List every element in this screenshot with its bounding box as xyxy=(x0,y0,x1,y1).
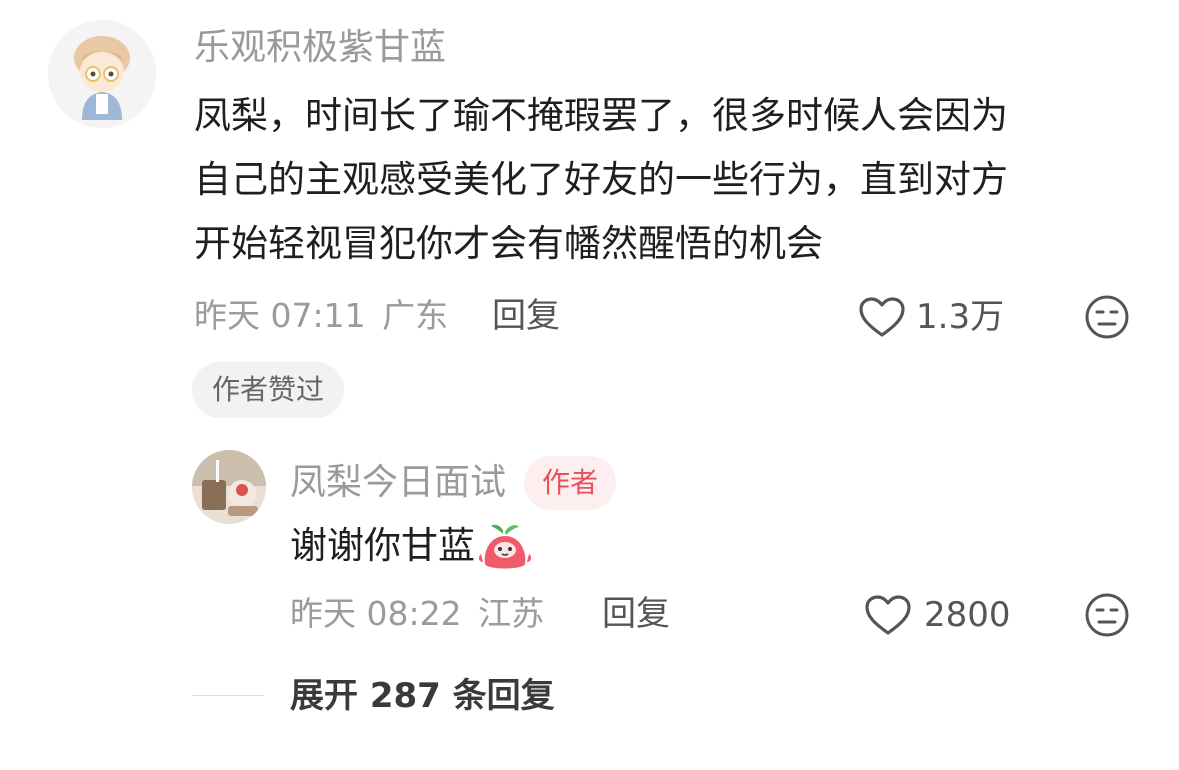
expand-divider xyxy=(192,695,264,696)
author-liked-tag: 作者赞过 xyxy=(192,362,345,418)
reply-text: 谢谢你甘蓝 xyxy=(290,524,475,567)
expand-replies-button[interactable]: 展开 287 条回复 xyxy=(290,676,555,716)
reply-location: 江苏 xyxy=(478,594,545,633)
heart-outline-icon xyxy=(859,297,905,337)
reply-text-row: 谢谢你甘蓝 xyxy=(290,518,533,574)
comment-reply-button[interactable]: 回复 xyxy=(492,296,560,336)
photo-avatar-icon xyxy=(192,450,266,524)
comment-time: 昨天 07:11 xyxy=(194,296,366,335)
replier-avatar[interactable] xyxy=(192,450,266,524)
reply-like-button[interactable]: 2800 xyxy=(864,594,1011,636)
reply-reply-button[interactable]: 回复 xyxy=(602,594,670,634)
cute-mascot-emoji-icon xyxy=(478,524,532,569)
replier-username[interactable]: 凤梨今日面试 xyxy=(290,461,506,505)
reply-dislike-button[interactable] xyxy=(1084,592,1130,638)
comment-meta: 昨天 07:11 广东 xyxy=(194,296,448,336)
reply-header: 凤梨今日面试 作者 xyxy=(290,456,617,510)
comment-text: 凤梨，时间长了瑜不掩瑕罢了，很多时候人会因为 自己的主观感受美化了好友的一些行为… xyxy=(194,84,1134,276)
comment-text-line: 开始轻视冒犯你才会有幡然醒悟的机会 xyxy=(194,222,823,265)
meh-face-icon xyxy=(1085,295,1129,339)
cartoon-avatar-icon xyxy=(48,20,156,128)
reply-time: 昨天 08:22 xyxy=(290,594,462,633)
commenter-username[interactable]: 乐观积极紫甘蓝 xyxy=(194,26,446,70)
comment-text-line: 凤梨，时间长了瑜不掩瑕罢了，很多时候人会因为 xyxy=(194,94,1008,137)
reply-meta: 昨天 08:22 江苏 xyxy=(290,594,544,634)
comment-location: 广东 xyxy=(382,296,449,335)
comment-like-button[interactable]: 1.3万 xyxy=(858,296,1004,338)
comment-text-line: 自己的主观感受美化了好友的一些行为，直到对方 xyxy=(194,158,1008,201)
heart-outline-icon xyxy=(865,595,911,635)
comment-like-count: 1.3万 xyxy=(916,297,1005,337)
meh-face-icon xyxy=(1085,593,1129,637)
reply-like-count: 2800 xyxy=(924,595,1011,635)
author-badge: 作者 xyxy=(524,456,617,510)
commenter-avatar[interactable] xyxy=(48,20,156,128)
comment-dislike-button[interactable] xyxy=(1084,294,1130,340)
